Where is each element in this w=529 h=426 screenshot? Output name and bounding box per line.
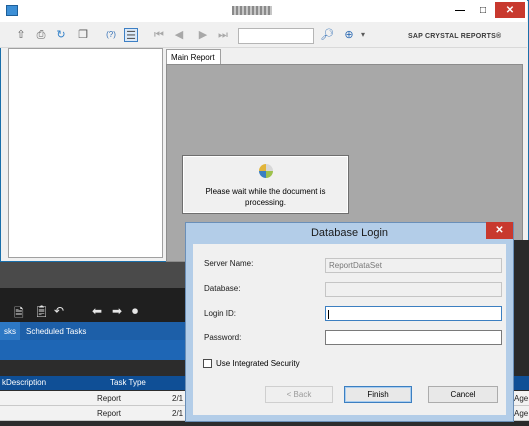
integrated-security-label[interactable]: Use Integrated Security	[216, 359, 300, 368]
zoom-dropdown-icon[interactable]: ▾	[356, 28, 370, 42]
finish-button[interactable]: Finish	[344, 386, 412, 403]
zoom-icon[interactable]: ⊕	[342, 28, 356, 42]
forward-arrow-icon[interactable]: ➡︎	[112, 304, 122, 318]
stop-icon[interactable]: ⏺	[132, 304, 138, 319]
close-button[interactable]: ✕	[495, 2, 525, 18]
print-icon[interactable]: ⎙	[34, 28, 48, 42]
copy-icon[interactable]: ❐	[76, 28, 90, 42]
app-icon	[6, 5, 18, 16]
text-caret	[328, 310, 329, 319]
page-number-input[interactable]	[238, 28, 314, 44]
processing-message: Please wait while the document is proces…	[205, 187, 326, 207]
login-id-input[interactable]	[325, 306, 502, 321]
first-page-icon[interactable]: ⏮	[152, 28, 166, 42]
paste-icon[interactable]: 📋︎	[34, 304, 49, 318]
date-cell: 2/1	[172, 409, 184, 418]
background-gap	[0, 360, 185, 376]
dialog-title: Database Login	[310, 227, 389, 239]
export-icon[interactable]: ⇧	[14, 28, 28, 42]
tab-scheduled-tasks[interactable]: Scheduled Tasks	[22, 322, 90, 340]
server-name-label: Server Name:	[204, 259, 254, 268]
database-label: Database:	[204, 284, 241, 293]
server-name-field: ReportDataSet	[325, 258, 502, 273]
password-input[interactable]	[325, 330, 502, 345]
date-cell: 2/1	[172, 394, 184, 403]
password-label: Password:	[204, 333, 242, 342]
loading-spinner-icon	[259, 164, 273, 178]
back-arrow-icon[interactable]: ⬅︎	[92, 304, 102, 318]
extra-cell: Age	[514, 409, 529, 418]
find-icon[interactable]: 🔎︎	[320, 28, 334, 42]
help-icon[interactable]: (?)	[104, 28, 118, 42]
refresh-icon[interactable]: ↻	[54, 28, 68, 42]
next-page-icon[interactable]: ▶	[196, 28, 210, 42]
window-title-blurred	[232, 6, 272, 15]
tab-main-report[interactable]: Main Report	[166, 49, 221, 65]
task-type-cell: Report	[97, 409, 122, 418]
maximize-button[interactable]: □	[472, 2, 494, 18]
database-field	[325, 282, 502, 297]
task-type-cell: Report	[97, 394, 122, 403]
dialog-close-button[interactable]: ✕	[486, 222, 513, 239]
toggle-group-tree-icon[interactable]: ☰	[124, 28, 138, 42]
login-id-label: Login ID:	[204, 309, 237, 318]
extra-cell: Age	[514, 394, 529, 403]
group-tree-panel[interactable]	[8, 48, 163, 258]
previous-page-icon[interactable]: ◀	[172, 28, 186, 42]
column-description[interactable]: kDescription	[2, 378, 46, 387]
last-page-icon[interactable]: ⏭	[216, 28, 230, 42]
tab-tasks[interactable]: sks	[0, 322, 20, 340]
cancel-button[interactable]: Cancel	[428, 386, 498, 403]
integrated-security-checkbox[interactable]	[203, 359, 212, 368]
brand-label: SAP CRYSTAL REPORTS®	[408, 33, 502, 40]
minimize-button[interactable]: —	[449, 2, 471, 18]
undo-icon[interactable]: ↶	[54, 304, 64, 318]
background-blue-strip	[0, 340, 185, 360]
back-button[interactable]: < Back	[265, 386, 333, 403]
column-task-type[interactable]: Task Type	[110, 378, 146, 387]
